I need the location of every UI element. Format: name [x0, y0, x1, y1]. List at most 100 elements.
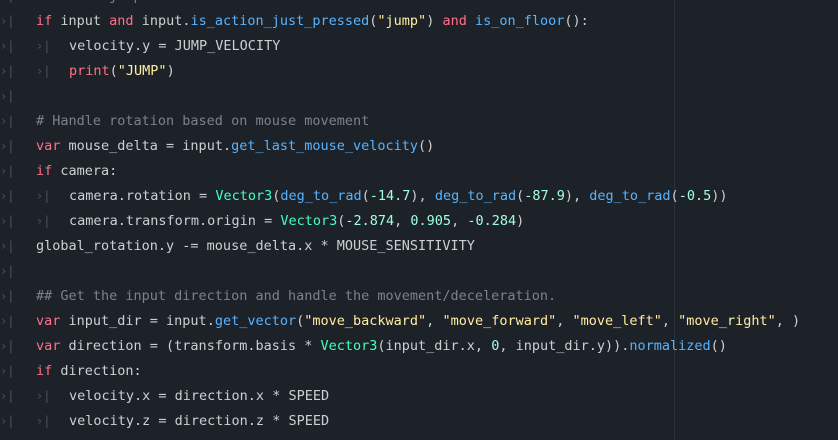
code-token: , — [661, 313, 679, 329]
code-token: direction = (transform.basis * — [60, 338, 321, 354]
tab-indent-marker: ›| — [0, 64, 15, 78]
code-token: get_vector — [214, 313, 297, 329]
code-token: var — [36, 138, 61, 154]
tab-indent-marker: ›| — [0, 339, 15, 353]
code-token: ) — [516, 213, 525, 229]
code-line[interactable]: ›| — [0, 259, 838, 284]
code-token: get_last_mouse_velocity — [231, 138, 419, 154]
tab-indent-marker: ›| — [0, 14, 15, 28]
code-text: global_rotation.y -= mouse_delta.x * MOU… — [36, 234, 475, 259]
code-text: print("JUMP") — [69, 59, 175, 84]
code-text: var input_dir = input.get_vector("move_b… — [36, 309, 800, 334]
code-token: input_dir = input. — [60, 313, 215, 329]
tab-indent-marker: ›| — [0, 164, 15, 178]
code-line[interactable]: ›| if input and input.is_action_just_pres… — [0, 9, 838, 34]
code-line[interactable]: ›| # Handle rotation based on mouse movem… — [0, 109, 838, 134]
code-token: "JUMP" — [117, 63, 167, 79]
code-line[interactable]: ›| ›| camera.transform.origin = Vector3(-2… — [0, 209, 838, 234]
code-token: if — [36, 163, 53, 179]
code-lines: ›|# Handle jump.›|if input and input.is_… — [0, 0, 838, 434]
code-token: deg_to_rad — [280, 188, 362, 204]
tab-indent-marker: ›| — [0, 414, 15, 428]
code-token: if — [36, 13, 53, 29]
tab-indent-marker: ›| — [0, 89, 15, 103]
tab-indent-marker: ›| — [0, 314, 15, 328]
tab-indent-marker: ›| — [0, 139, 15, 153]
tab-indent-marker: ›| — [36, 39, 51, 53]
code-token: camera.transform.origin = — [69, 213, 281, 229]
code-token: camera.rotation = — [69, 188, 216, 204]
code-line[interactable]: ›| global_rotation.y -= mouse_delta.x * M… — [0, 234, 838, 259]
code-token: Vector3 — [320, 338, 378, 354]
code-line[interactable]: ›| var mouse_delta = input.get_last_mouse… — [0, 134, 838, 159]
code-token: # Handle rotation based on mouse movemen… — [36, 113, 370, 129]
tab-indent-marker: ›| — [0, 239, 15, 253]
code-token: ) — [166, 63, 175, 79]
tab-indent-marker: ›| — [0, 389, 15, 403]
code-token: input — [52, 13, 110, 29]
tab-indent-marker: ›| — [0, 189, 15, 203]
tab-indent-marker: ›| — [0, 289, 15, 303]
code-token: velocity.z = direction.z * SPEED — [69, 413, 330, 429]
code-token: ( — [109, 63, 118, 79]
code-token: deg_to_rad — [589, 188, 671, 204]
code-text: # Handle jump. — [36, 0, 150, 9]
code-token: input. — [133, 13, 191, 29]
code-token: var — [36, 338, 61, 354]
code-token: and — [109, 13, 134, 29]
code-token: (input_dir.x, — [377, 338, 492, 354]
code-line[interactable]: ›| — [0, 84, 838, 109]
code-token: and — [442, 13, 467, 29]
code-token: , — [556, 313, 573, 329]
code-line[interactable]: ›| var input_dir = input.get_vector("move… — [0, 309, 838, 334]
code-token: -2.874 — [345, 213, 395, 229]
code-token: print — [69, 63, 110, 79]
code-token: (): — [564, 13, 589, 29]
code-editor[interactable]: ›|# Handle jump.›|if input and input.is_… — [0, 0, 838, 440]
code-line[interactable]: ›| ›| print("JUMP") — [0, 59, 838, 84]
tab-indent-marker: ›| — [36, 189, 51, 203]
code-token: () — [418, 138, 435, 154]
code-token: -0.284 — [467, 213, 517, 229]
code-token: ( — [670, 188, 679, 204]
code-line[interactable]: ›| ## Get the input direction and handle … — [0, 284, 838, 309]
tab-indent-marker: ›| — [0, 214, 15, 228]
tab-indent-marker: ›| — [0, 264, 15, 278]
code-line[interactable]: ›| ›| camera.rotation = Vector3(deg_to_rad… — [0, 184, 838, 209]
code-token: , — [451, 213, 468, 229]
code-token: # Handle jump. — [36, 0, 150, 4]
code-text: ## Get the input direction and handle th… — [36, 284, 556, 309]
code-token: "move_backward" — [304, 313, 427, 329]
code-text: if input and input.is_action_just_presse… — [36, 9, 589, 34]
tab-indent-marker: ›| — [36, 389, 51, 403]
code-token: ), — [564, 188, 590, 204]
code-token: global_rotation.y -= mouse_delta.x * MOU… — [36, 238, 475, 254]
tab-indent-marker: ›| — [0, 0, 14, 9]
code-line[interactable]: ›| ›| velocity.x = direction.x * SPEED — [0, 384, 838, 409]
code-token: "move_forward" — [442, 313, 557, 329]
code-line[interactable]: ›| ›| velocity.y = JUMP_VELOCITY — [0, 34, 838, 59]
code-token: is_action_just_pressed — [190, 13, 370, 29]
code-line[interactable]: ›| if camera: — [0, 159, 838, 184]
code-text: if camera: — [36, 159, 117, 184]
code-token: ) — [426, 13, 443, 29]
tab-indent-marker: ›| — [0, 364, 15, 378]
code-line[interactable]: ›| if direction: — [0, 359, 838, 384]
code-line[interactable]: ›| var direction = (transform.basis * Vec… — [0, 334, 838, 359]
code-text: velocity.z = direction.z * SPEED — [69, 409, 329, 434]
code-token: velocity.x = direction.x * SPEED — [69, 388, 330, 404]
code-token: is_on_floor — [475, 13, 565, 29]
code-token: () — [710, 338, 727, 354]
code-text: camera.transform.origin = Vector3(-2.874… — [69, 209, 524, 234]
code-token: )) — [711, 188, 728, 204]
code-token: Vector3 — [215, 188, 273, 204]
tab-indent-marker: ›| — [36, 64, 51, 78]
code-token: 0.905 — [410, 213, 452, 229]
code-line[interactable]: ›| # Handle jump. — [0, 0, 838, 9]
code-token: ( — [516, 188, 525, 204]
code-line[interactable]: ›| ›| velocity.z = direction.z * SPEED — [0, 409, 838, 434]
code-text: # Handle rotation based on mouse movemen… — [36, 109, 369, 134]
code-text: var direction = (transform.basis * Vecto… — [36, 334, 727, 359]
tab-indent-marker: ›| — [0, 114, 15, 128]
